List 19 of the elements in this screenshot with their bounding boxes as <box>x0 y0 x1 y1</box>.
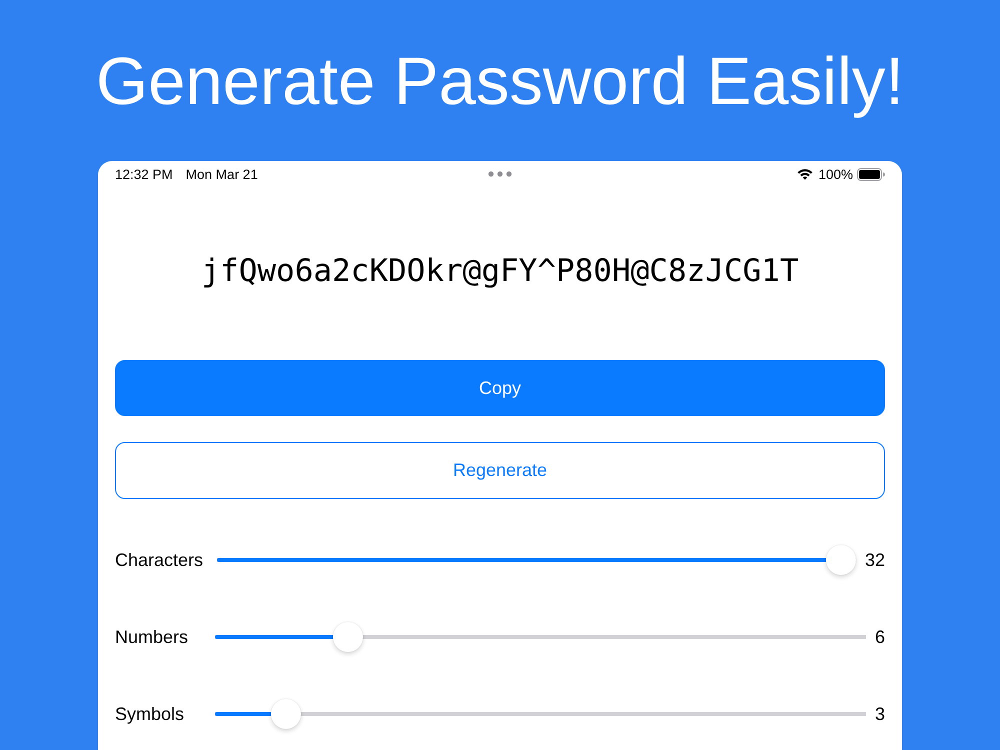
headline-title: Generate Password Easily! <box>96 42 904 118</box>
slider-label: Numbers <box>115 626 190 648</box>
battery-percent: 100% <box>818 166 853 182</box>
multitasking-dots-icon[interactable] <box>488 171 512 177</box>
primary-button[interactable]: Copy <box>115 360 885 416</box>
status-date: Mon Mar 21 <box>186 166 258 182</box>
slider-thumb[interactable] <box>270 699 301 729</box>
slider-label: Symbols <box>115 704 186 724</box>
secondary-button[interactable]: Regenerate <box>115 442 885 499</box>
battery-icon <box>857 168 885 180</box>
slider-value: 3 <box>874 704 885 724</box>
status-time: 12:32 PM <box>115 166 173 182</box>
slider-thumb[interactable] <box>826 545 856 575</box>
slider-thumb[interactable] <box>332 622 363 652</box>
wifi-icon <box>797 168 814 180</box>
slider-value: 32 <box>864 550 885 570</box>
slider-value: 6 <box>874 626 885 648</box>
password-text: jfQwo6a2cKDOkr@gFY^P80H@C8zJCG1T <box>201 252 799 288</box>
slider-label: Characters <box>115 550 204 570</box>
